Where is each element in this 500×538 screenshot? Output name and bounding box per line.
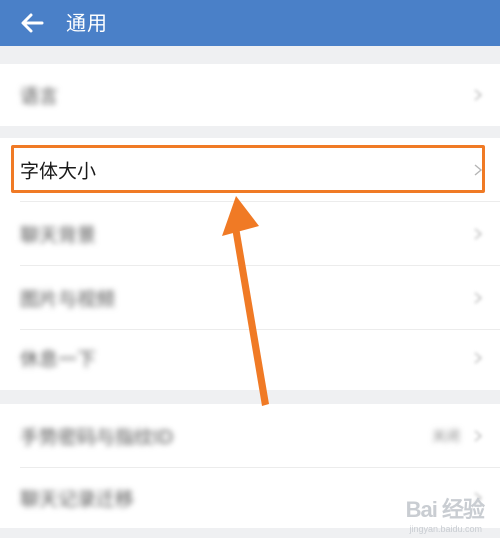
settings-group-display: 字体大小 聊天背景 图片与视频 休息一下 (0, 138, 500, 390)
settings-item-take-a-break[interactable]: 休息一下 (0, 326, 500, 390)
settings-item-label: 聊天记录迁移 (20, 488, 135, 511)
settings-item-label: 语言 (20, 85, 59, 108)
chevron-right-icon (474, 228, 483, 240)
settings-item-chat-background[interactable]: 聊天背景 (0, 202, 500, 266)
watermark: Bai 经验 (405, 497, 485, 522)
page-title: 通用 (66, 11, 108, 35)
settings-item-value: 关闭 (432, 429, 460, 445)
chevron-right-icon (474, 352, 483, 364)
settings-item-gesture-password[interactable]: 手势密码与指纹ID 关闭 (0, 404, 500, 468)
chevron-right-icon (474, 292, 483, 304)
chevron-right-icon (474, 164, 483, 176)
top-bar: 通用 (0, 0, 500, 46)
settings-item-images-videos[interactable]: 图片与视频 (0, 266, 500, 330)
settings-item-label: 休息一下 (20, 348, 97, 371)
settings-item-label: 字体大小 (20, 160, 97, 183)
watermark-url: jingyan.baidu.com (409, 524, 482, 534)
settings-item-label: 图片与视频 (20, 288, 116, 311)
chevron-right-icon (474, 89, 483, 101)
arrow-left-icon[interactable] (18, 9, 46, 37)
settings-item-label: 手势密码与指纹ID (20, 426, 174, 449)
settings-item-language[interactable]: 语言 (0, 64, 500, 126)
chevron-right-icon (474, 430, 483, 442)
settings-item-font-size[interactable]: 字体大小 (0, 138, 500, 202)
settings-group-language: 语言 (0, 64, 500, 126)
settings-item-label: 聊天背景 (20, 224, 97, 247)
